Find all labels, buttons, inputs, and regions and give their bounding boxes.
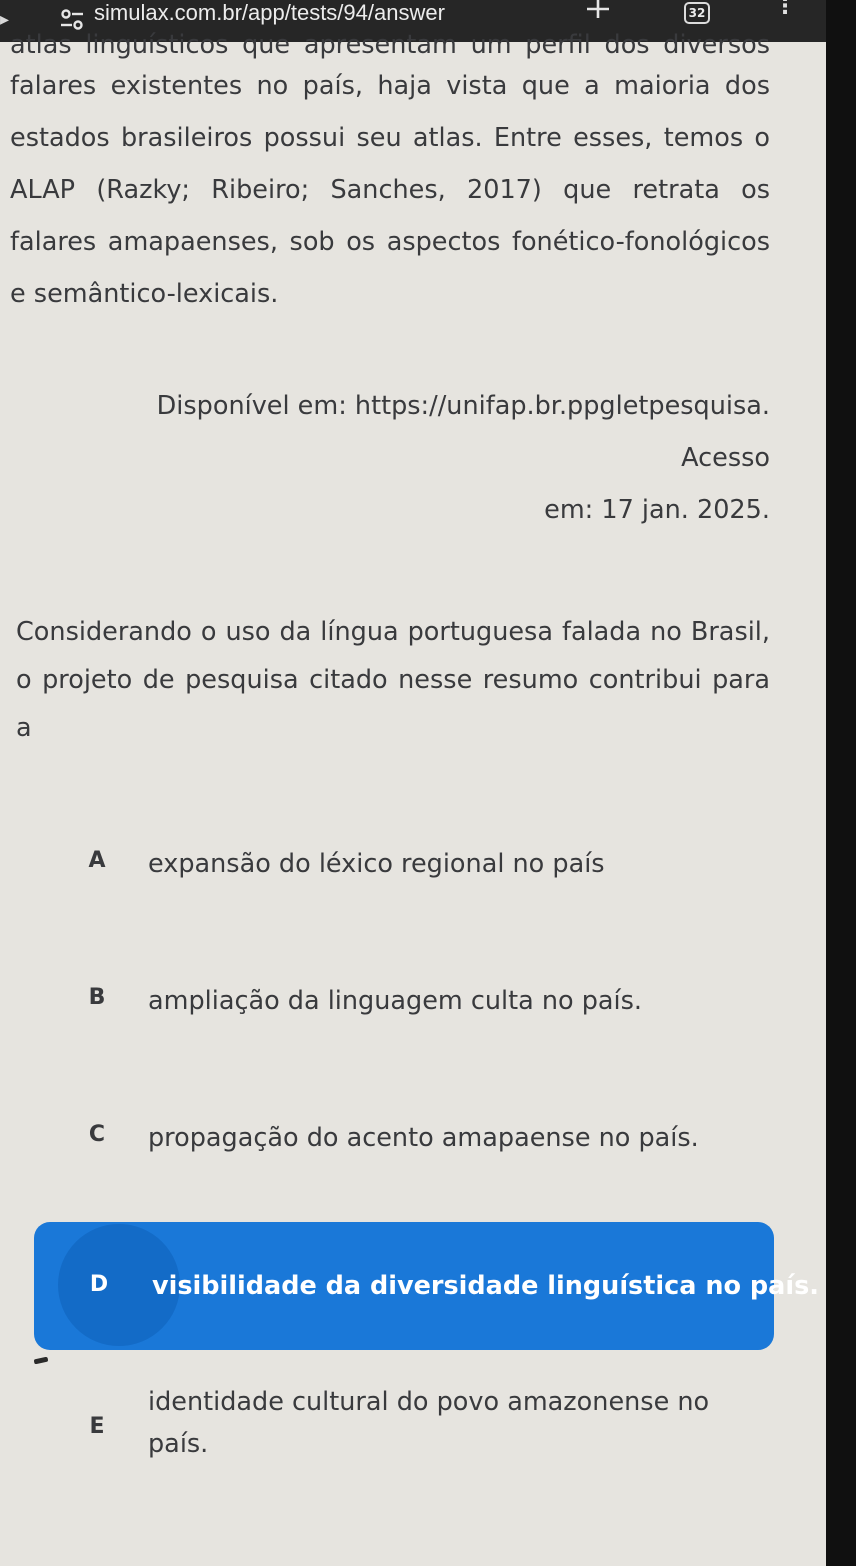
option-text: expansão do léxico regional no país bbox=[148, 849, 605, 879]
option-c[interactable]: C propagação do acento amapaense no país… bbox=[30, 1114, 774, 1162]
option-letter: C bbox=[88, 1122, 106, 1147]
browser-screen: ▸ simulax.com.br/app/tests/94/answer 32 … bbox=[0, 0, 826, 1566]
option-e[interactable]: E identidade cultural do povo amazonense… bbox=[30, 1380, 774, 1472]
screen-edge bbox=[826, 0, 856, 1566]
option-text-line-2: país. bbox=[148, 1429, 209, 1459]
dash-mark bbox=[33, 1356, 49, 1365]
option-text: propagação do acento amapaense no país. bbox=[148, 1123, 699, 1153]
passage: atlas linguísticos que apresentam um per… bbox=[10, 30, 770, 320]
option-text-line-1: identidade cultural do povo amazonense n… bbox=[148, 1387, 710, 1417]
page-content: atlas linguísticos que apresentam um per… bbox=[0, 30, 826, 1566]
source-line-1: Disponível em: https://unifap.br.ppgletp… bbox=[156, 391, 770, 473]
url-text[interactable]: simulax.com.br/app/tests/94/answer bbox=[94, 0, 445, 26]
more-vertical-icon[interactable]: ⋮ bbox=[774, 0, 796, 26]
chevron-left-icon[interactable]: ▸ bbox=[0, 10, 10, 30]
tab-switcher-icon[interactable]: 32 bbox=[684, 2, 710, 24]
option-letter: D bbox=[89, 1272, 109, 1297]
question-text: Considerando o uso da língua portuguesa … bbox=[16, 617, 770, 743]
passage-cut-line: atlas linguísticos que apresentam um per… bbox=[10, 30, 770, 60]
option-text: ampliação da linguagem culta no país. bbox=[148, 986, 643, 1016]
source-line-2: em: 17 jan. 2025. bbox=[544, 495, 770, 525]
option-b[interactable]: B ampliação da linguagem culta no país. bbox=[30, 977, 774, 1025]
option-letter: B bbox=[88, 985, 106, 1010]
option-letter: E bbox=[89, 1414, 105, 1439]
option-text: visibilidade da diversidade linguística … bbox=[152, 1271, 819, 1301]
option-letter: A bbox=[88, 848, 106, 873]
option-a[interactable]: A expansão do léxico regional no país bbox=[30, 840, 774, 888]
option-d[interactable]: D visibilidade da diversidade linguístic… bbox=[34, 1222, 819, 1350]
source-citation: Disponível em: https://unifap.br.ppgletp… bbox=[60, 380, 770, 536]
plus-icon[interactable] bbox=[584, 0, 612, 26]
passage-text: falares existentes no país, haja vista q… bbox=[10, 71, 770, 309]
